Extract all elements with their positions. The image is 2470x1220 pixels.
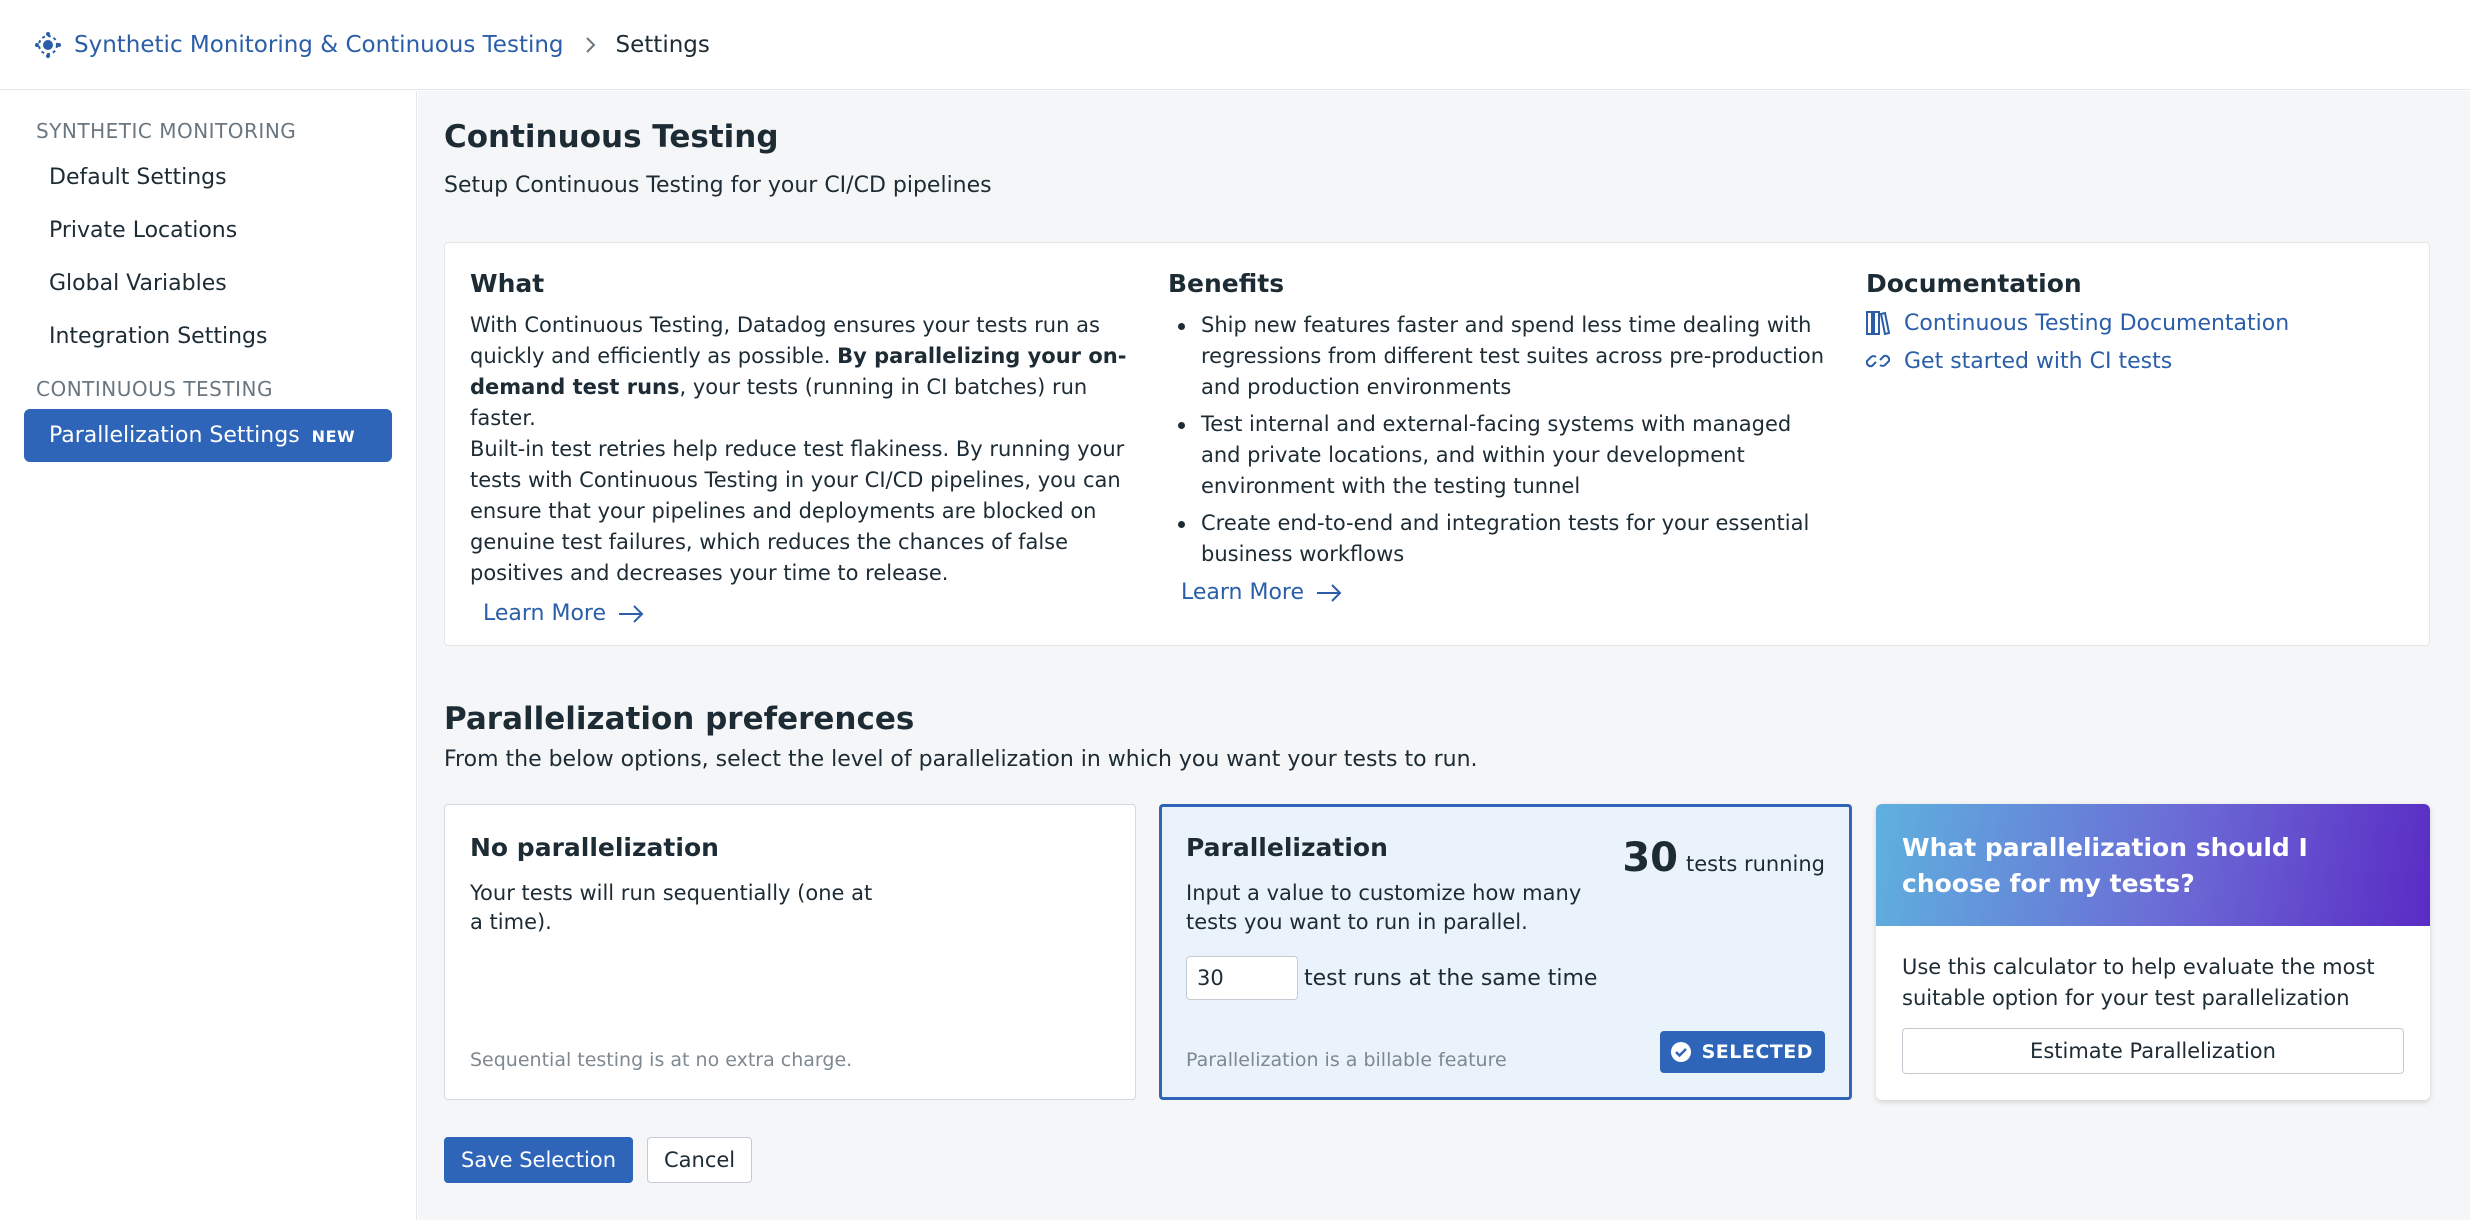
sidebar-item-label: Parallelization Settings (49, 423, 300, 448)
sidebar-item-private-locations[interactable]: Private Locations (24, 204, 392, 257)
books-icon (1866, 311, 1890, 336)
list-item: Create end-to-end and integration tests … (1168, 508, 1828, 570)
help-card-title: What parallelization should I choose for… (1876, 804, 2430, 926)
list-item: Test internal and external-facing system… (1168, 409, 1828, 502)
sidebar-item-global-variables[interactable]: Global Variables (24, 257, 392, 310)
synthetics-icon (35, 31, 61, 58)
main-content: Continuous Testing Setup Continuous Test… (418, 91, 2470, 1220)
new-badge: NEW (311, 427, 356, 446)
arrow-right-icon (1317, 583, 1342, 602)
get-started-ci-tests-link[interactable]: Get started with CI tests (1866, 348, 2406, 374)
parallelization-title: Parallelization (1186, 833, 1388, 862)
sidebar-section-continuous: CONTINUOUS TESTING (36, 377, 273, 401)
save-selection-button[interactable]: Save Selection (444, 1137, 633, 1183)
sidebar: SYNTHETIC MONITORING Default Settings Pr… (0, 91, 417, 1220)
tests-running-label: tests running (1686, 852, 1825, 876)
no-parallelization-description: Your tests will run sequentially (one at… (470, 881, 873, 934)
check-circle-icon (1670, 1042, 1691, 1062)
page-title: Continuous Testing (444, 119, 779, 155)
parallelization-help-card: What parallelization should I choose for… (1876, 804, 2430, 1100)
selected-badge: SELECTED (1659, 1031, 1825, 1073)
parallelization-card[interactable]: Parallelization 30 tests running Input a… (1159, 804, 1852, 1100)
parallelization-input-suffix: test runs at the same time (1304, 965, 1598, 991)
breadcrumb-app-link[interactable]: Synthetic Monitoring & Continuous Testin… (74, 32, 564, 58)
breadcrumb: Synthetic Monitoring & Continuous Testin… (0, 0, 2470, 90)
preferences-title: Parallelization preferences (444, 701, 915, 737)
tests-running-number: 30 (1622, 835, 1679, 881)
what-paragraph-1: With Continuous Testing, Datadog ensures… (470, 313, 1127, 430)
estimate-parallelization-button[interactable]: Estimate Parallelization (1902, 1028, 2404, 1074)
no-parallelization-footnote: Sequential testing is at no extra charge… (470, 1049, 853, 1071)
parallelization-input-row: test runs at the same time (1186, 956, 1597, 1000)
info-panel: What With Continuous Testing, Datadog en… (444, 242, 2430, 646)
benefits-learn-more-link[interactable]: Learn More (1168, 580, 1342, 605)
what-learn-more-link[interactable]: Learn More (470, 601, 644, 626)
no-parallelization-card[interactable]: No parallelization Your tests will run s… (444, 804, 1136, 1100)
parallelization-footnote: Parallelization is a billable feature (1186, 1049, 1507, 1071)
arrow-right-icon (619, 604, 644, 623)
parallelization-input[interactable] (1186, 956, 1298, 1000)
benefits-heading: Benefits (1168, 269, 1285, 298)
page-subtitle: Setup Continuous Testing for your CI/CD … (444, 173, 992, 198)
benefits-list: Ship new features faster and spend less … (1168, 310, 1828, 570)
link-icon (1866, 354, 1890, 368)
cancel-button[interactable]: Cancel (647, 1137, 753, 1183)
sidebar-item-default-settings[interactable]: Default Settings (24, 151, 392, 204)
sidebar-item-parallelization-settings[interactable]: Parallelization Settings NEW (24, 409, 392, 462)
preferences-description: From the below options, select the level… (444, 747, 1478, 772)
action-buttons: Save Selection Cancel (444, 1137, 753, 1183)
tests-running-count: 30 tests running (1622, 835, 1825, 881)
no-parallelization-title: No parallelization (470, 833, 719, 862)
breadcrumb-current: Settings (615, 31, 710, 58)
what-column: What With Continuous Testing, Datadog en… (470, 269, 1150, 626)
what-heading: What (470, 269, 545, 298)
what-paragraph-2: Built-in test retries help reduce test f… (470, 437, 1125, 585)
continuous-testing-docs-link[interactable]: Continuous Testing Documentation (1866, 310, 2406, 336)
documentation-heading: Documentation (1866, 269, 2082, 298)
list-item: Ship new features faster and spend less … (1168, 310, 1828, 403)
sidebar-item-integration-settings[interactable]: Integration Settings (24, 310, 392, 363)
parallelization-description: Input a value to customize how many test… (1186, 881, 1582, 934)
help-card-body: Use this calculator to help evaluate the… (1902, 955, 2375, 1010)
chevron-right-icon (584, 36, 596, 54)
documentation-column: Documentation Continuous Testing Documen… (1866, 269, 2406, 386)
sidebar-section-synthetic: SYNTHETIC MONITORING (36, 119, 297, 143)
benefits-column: Benefits Ship new features faster and sp… (1168, 269, 1828, 605)
